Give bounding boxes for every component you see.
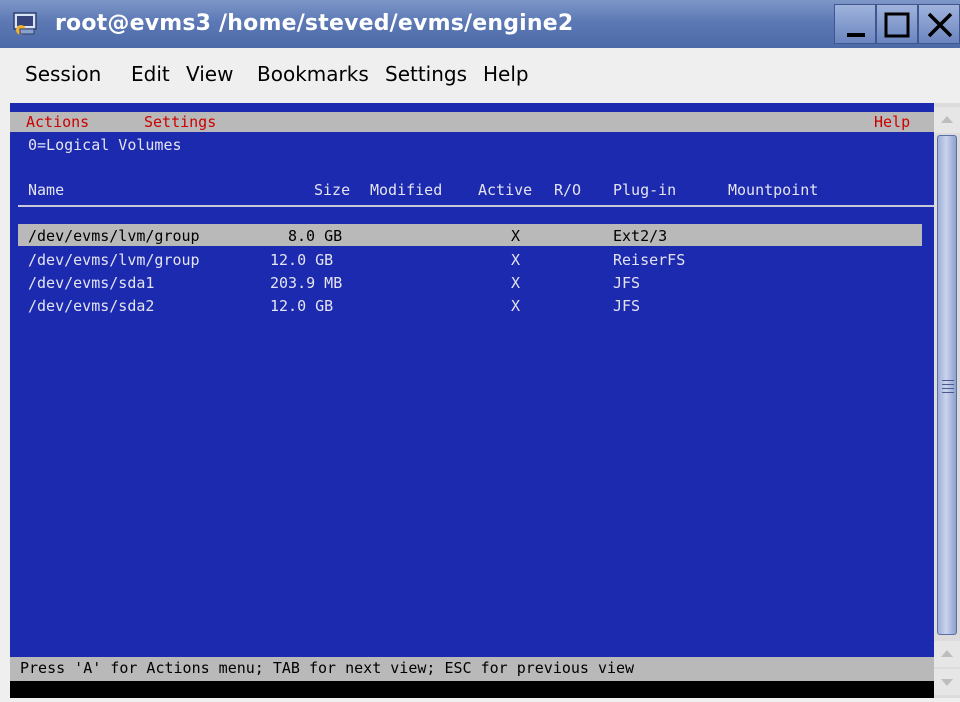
volume-name[interactable]: /dev/evms/sda1 [28,274,154,292]
status-text: Press 'A' for Actions menu; TAB for next… [20,659,635,677]
volume-plugin: Ext2/3 [613,227,668,245]
arrow-up-icon [941,116,953,123]
volume-size: 12.0 GB [270,297,334,315]
col-header-ro: R/O [554,181,582,199]
menu-session[interactable]: Session [25,62,101,86]
terminal-bottom-line [10,681,934,698]
volume-size: 12.0 GB [270,251,334,269]
scroll-up-button-lower[interactable] [934,641,960,667]
view-title: 0=Logical Volumes [28,136,182,154]
volume-name[interactable]: /dev/evms/sda2 [28,297,154,315]
volume-active: X [511,297,521,315]
volume-active: X [511,227,521,245]
volume-size: 203.9 MB [270,274,343,292]
scroll-down-button[interactable] [934,669,960,695]
terminal-scrollbar[interactable] [934,103,960,698]
volume-name[interactable]: /dev/evms/lvm/group [28,227,200,245]
close-button[interactable] [918,4,960,44]
maximize-icon [884,12,910,38]
menu-bookmarks[interactable]: Bookmarks [257,62,369,86]
col-header-plugin: Plug-in [613,181,677,199]
scrollbar-thumb[interactable] [937,135,957,635]
volume-plugin: JFS [613,297,641,315]
maximize-button[interactable] [876,4,918,44]
arrow-down-icon [941,679,953,686]
header-separator [18,205,934,207]
evms-menu-actions[interactable]: Actions [26,112,89,132]
volume-size: 8.0 GB [288,227,343,245]
volume-active: X [511,251,521,269]
minimize-button[interactable] [834,4,876,44]
scroll-up-button[interactable] [934,107,960,133]
menu-view[interactable]: View [186,62,233,86]
col-header-modified: Modified [370,181,443,199]
window-title: root@evms3 /home/steved/evms/engine2 [55,11,574,36]
menu-settings[interactable]: Settings [385,62,467,86]
col-header-active: Active [478,181,533,199]
evms-menubar: Actions Settings Help [10,112,934,132]
evms-menu-help[interactable]: Help [874,112,910,132]
col-header-name: Name [28,181,65,199]
menu-help[interactable]: Help [483,62,529,86]
volume-name[interactable]: /dev/evms/lvm/group [28,251,200,269]
terminal-area[interactable]: Actions Settings Help 0=Logical Volumes … [10,103,934,698]
konsole-app-icon[interactable] [12,10,38,36]
volume-plugin: ReiserFS [613,251,686,269]
evms-menu-settings[interactable]: Settings [144,112,216,132]
close-icon [927,12,953,38]
konsole-menubar: Session Edit View Bookmarks Settings Hel… [0,48,960,98]
window-titlebar[interactable]: root@evms3 /home/steved/evms/engine2 [0,0,960,48]
status-bar: Press 'A' for Actions menu; TAB for next… [10,657,934,681]
volume-plugin: JFS [613,274,641,292]
volume-active: X [511,274,521,292]
minimize-icon [847,33,865,37]
menu-edit[interactable]: Edit [131,62,170,86]
col-header-size: Size [314,181,351,199]
col-header-mountpoint: Mountpoint [728,181,819,199]
arrow-up-icon [941,650,953,657]
